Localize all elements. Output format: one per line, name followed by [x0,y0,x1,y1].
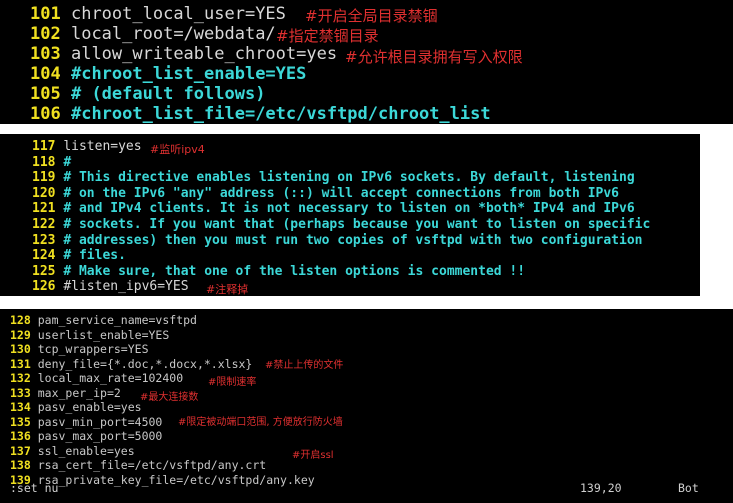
line-text: #listen_ipv6=YES [63,279,189,295]
line-text: pasv_min_port=4500 [37,414,163,429]
line-number: 135 [10,414,31,429]
line-text: # addresses) then you must run two copie… [63,232,643,248]
code-line-120[interactable]: 120 # on the IPv6 "any" address (::) wil… [32,186,619,202]
line-number: 120 [32,185,56,201]
line-text: # on the IPv6 "any" address (::) will ac… [63,185,620,201]
line-text: deny_file={*.doc,*.docx,*.xlsx} [37,356,253,371]
code-line-104[interactable]: 104 #chroot_list_enable=YES [30,64,306,84]
line-number: 104 [30,64,61,84]
line-number: 122 [32,217,56,232]
line-number: 117 [32,139,56,154]
code-line-118[interactable]: 118 # [32,155,71,171]
code-line-137[interactable]: 137 ssl_enable=yes [10,444,135,459]
code-line-123[interactable]: 123 # addresses) then you must run two c… [32,233,643,249]
line-number: 101 [30,4,61,24]
line-number: 132 [10,371,31,385]
editor-panel-middle: 117 listen=yes #监听ipv4 118 # 119 # This … [0,134,700,296]
editor-panel-top: 101 chroot_local_user=YES #开启全局目录禁锢 102 … [0,0,733,124]
line-text: # Make sure, that one of the listen opti… [63,263,526,279]
code-line-128[interactable]: 128 pam_service_name=vsftpd [10,313,197,328]
line-number: 123 [32,232,56,248]
line-number: 131 [10,356,31,371]
code-line-130[interactable]: 130 tcp_wrappers=YES [10,342,149,357]
line-number: 137 [10,443,31,458]
inline-annotation: #限定被动端口范围, 方便放行防火墙 [178,417,343,428]
code-line-132[interactable]: 132 local_max_rate=102400 [10,371,183,386]
line-text: allow_writeable_chroot=yes [70,44,338,64]
line-number: 134 [10,400,31,414]
line-text: userlist_enable=YES [37,327,170,342]
code-line-103[interactable]: 103 allow_writeable_chroot=yes [30,44,337,64]
line-text: #chroot_list_file=/etc/vsftpd/chroot_lis… [70,104,491,124]
line-text: listen=yes [63,139,142,154]
code-line-135[interactable]: 135 pasv_min_port=4500 [10,415,162,430]
code-line-133[interactable]: 133 max_per_ip=2 [10,386,121,401]
line-text: # (default follows) [70,84,266,104]
line-number: 129 [10,327,31,342]
cursor-position: 139,20 [580,481,622,495]
line-number: 136 [10,429,31,443]
inline-annotation: #指定禁锢目录 [276,27,379,45]
line-text: chroot_local_user=YES [70,4,286,24]
line-text: tcp_wrappers=YES [37,342,149,356]
line-text: pasv_max_port=5000 [37,429,163,443]
line-number: 128 [10,313,31,327]
line-number: 119 [32,170,56,186]
line-number: 126 [32,279,56,295]
line-text: # [63,154,72,170]
inline-annotation: #开启全局目录禁锢 [305,7,438,25]
code-line-124[interactable]: 124 # files. [32,248,126,264]
code-line-105[interactable]: 105 # (default follows) [30,84,265,104]
line-text: rsa_cert_file=/etc/vsftpd/any.crt [37,458,267,472]
line-text: pam_service_name=vsftpd [37,313,197,327]
line-text: # sockets. If you want that (perhaps bec… [63,217,651,232]
line-text: pasv_enable=yes [37,400,142,414]
scroll-indicator: Bot [678,481,699,495]
code-line-101[interactable]: 101 chroot_local_user=YES [30,4,286,24]
inline-annotation: #允许根目录拥有写入权限 [345,48,523,66]
inline-annotation: #注释掉 [206,283,249,296]
code-line-125[interactable]: 125 # Make sure, that one of the listen … [32,264,525,280]
code-line-136[interactable]: 136 pasv_max_port=5000 [10,429,162,444]
inline-annotation: #监听ipv4 [150,143,205,156]
code-line-122[interactable]: 122 # sockets. If you want that (perhaps… [32,217,650,233]
code-line-129[interactable]: 129 userlist_enable=YES [10,328,169,343]
inline-annotation: #开启ssl [292,450,334,461]
line-number: 133 [10,385,31,400]
line-text: rsa_private_key_file=/etc/vsftpd/any.key [37,472,315,487]
code-line-126[interactable]: 126 #listen_ipv6=YES [32,279,189,295]
line-text: ssl_enable=yes [37,443,135,458]
line-text: # files. [63,248,126,264]
line-number: 125 [32,263,56,279]
editor-panel-bottom: 128 pam_service_name=vsftpd 129 userlist… [0,309,733,503]
line-text: max_per_ip=2 [37,385,121,400]
line-number: 105 [30,84,61,104]
line-text: local_max_rate=102400 [37,371,184,385]
code-line-134[interactable]: 134 pasv_enable=yes [10,400,142,415]
code-line-106[interactable]: 106 #chroot_list_file=/etc/vsftpd/chroot… [30,104,491,124]
line-number: 103 [30,44,61,64]
line-number: 138 [10,458,31,472]
code-line-131[interactable]: 131 deny_file={*.doc,*.docx,*.xlsx} [10,357,252,372]
code-line-117[interactable]: 117 listen=yes [32,139,142,155]
line-text: # This directive enables listening on IP… [63,170,635,186]
line-text: local_root=/webdata/ [70,24,276,44]
line-number: 130 [10,342,31,356]
code-line-121[interactable]: 121 # and IPv4 clients. It is not necess… [32,201,635,217]
code-line-102[interactable]: 102 local_root=/webdata/ [30,24,276,44]
line-number: 102 [30,24,61,44]
inline-annotation: #最大连接数 [140,392,199,403]
line-number: 118 [32,154,56,170]
code-line-138[interactable]: 138 rsa_cert_file=/etc/vsftpd/any.crt [10,458,266,473]
line-number: 124 [32,248,56,264]
inline-annotation: #限制速率 [208,377,257,388]
line-number: 121 [32,201,56,217]
line-number: 106 [30,104,61,124]
vim-command-line[interactable]: :set nu [10,481,58,495]
line-text: #chroot_list_enable=YES [70,64,307,84]
inline-annotation: #禁止上传的文件 [265,360,344,371]
code-line-119[interactable]: 119 # This directive enables listening o… [32,170,635,186]
line-text: # and IPv4 clients. It is not necessary … [63,201,635,217]
